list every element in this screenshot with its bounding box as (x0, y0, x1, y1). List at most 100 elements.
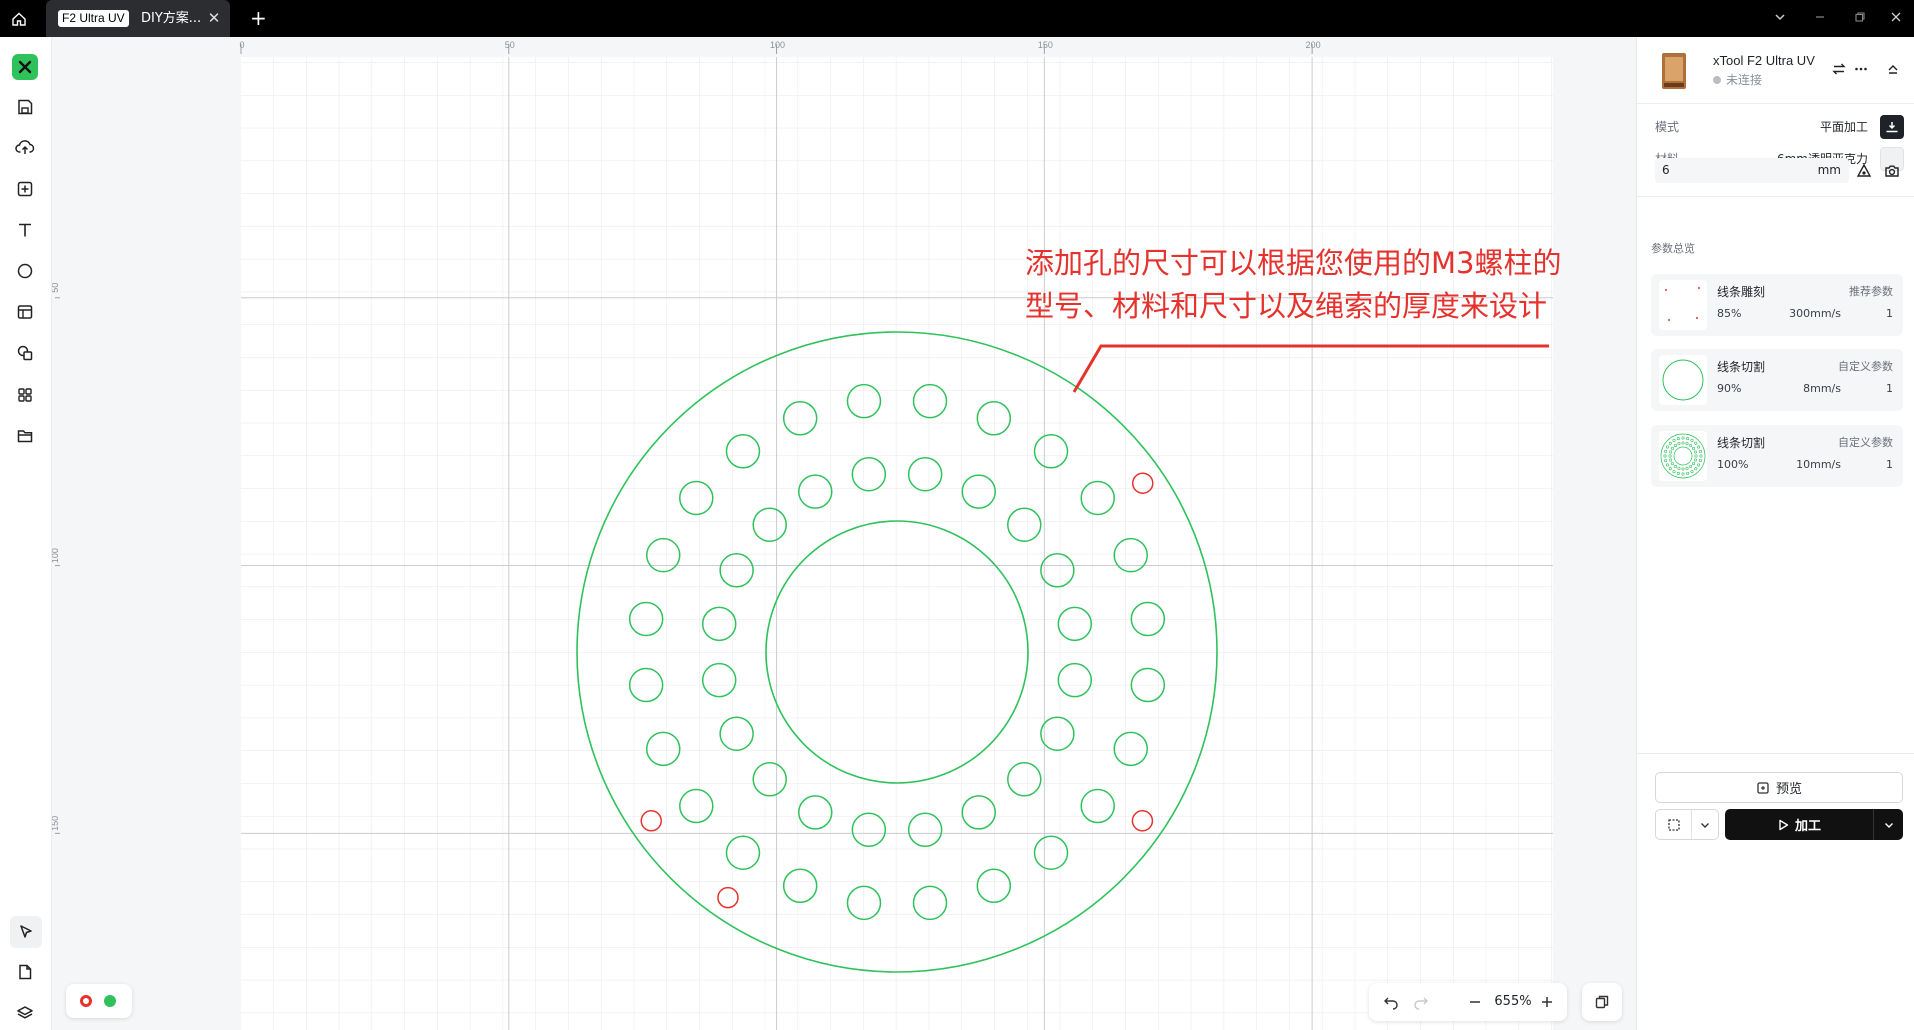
frame-select-button[interactable] (1655, 809, 1719, 840)
layer-power: 85% (1717, 307, 1742, 320)
play-icon (1779, 819, 1789, 830)
thumb-hole (1690, 470, 1694, 474)
select-pointer-icon[interactable] (10, 916, 42, 948)
add-box-icon[interactable] (12, 176, 38, 202)
thumb-hole (1681, 436, 1685, 440)
thumb-hole (1665, 463, 1669, 467)
layer-param-type: 自定义参数 (1838, 436, 1893, 449)
divider (1637, 753, 1914, 754)
thumb-hole (1694, 454, 1698, 458)
close-tab-icon[interactable]: ✕ (206, 10, 222, 26)
thumb-ring (1660, 433, 1706, 479)
apps-icon[interactable] (12, 382, 38, 408)
layer-thumbnail (1659, 355, 1707, 405)
text-icon[interactable] (12, 217, 38, 243)
record-dot-icon (80, 995, 92, 1007)
save-icon[interactable] (12, 94, 38, 120)
xtool-logo-icon[interactable] (12, 54, 38, 80)
mode-value[interactable]: 平面加工 (1820, 119, 1868, 135)
shape-icon[interactable] (12, 258, 38, 284)
zoom-level[interactable]: 655% (1490, 993, 1536, 1011)
thickness-value[interactable]: 6 (1662, 162, 1670, 178)
undo-icon[interactable] (1381, 992, 1401, 1012)
thumb-hole (1670, 446, 1674, 450)
layer-card[interactable]: 线条切割 自定义参数 90% 8mm/s 1 (1651, 349, 1903, 411)
layer-speed: 300mm/s (1789, 307, 1841, 320)
thumb-hole (1670, 462, 1674, 466)
chevron-down-icon[interactable] (1770, 9, 1790, 29)
thumb-hole (1673, 465, 1677, 469)
device-name[interactable]: xTool F2 Ultra UV (1713, 52, 1815, 70)
layer-card[interactable]: 线条切割 自定义参数 100% 10mm/s 1 (1651, 425, 1903, 487)
process-label: 加工 (1794, 819, 1821, 834)
ruler-label: 100 (770, 40, 785, 50)
thumb-hole (1697, 463, 1701, 467)
layer-speed: 8mm/s (1803, 382, 1841, 395)
frame-icon[interactable] (1656, 810, 1692, 839)
layer-card[interactable]: 线条雕刻 推荐参数 85% 300mm/s 1 (1651, 274, 1903, 336)
ruler-label: 150 (1038, 40, 1053, 50)
document-icon[interactable] (12, 959, 38, 985)
thickness-input[interactable]: 6 mm (1655, 158, 1849, 183)
duplicate-button[interactable] (1582, 983, 1622, 1021)
preview-button[interactable]: 预览 (1655, 772, 1903, 803)
divider (1637, 103, 1914, 104)
folder-icon[interactable] (12, 423, 38, 449)
status-indicator[interactable] (66, 984, 132, 1018)
design-canvas[interactable]: 0 50 100 150 200 50 100 150 (52, 37, 1636, 1030)
layer-param-type: 推荐参数 (1849, 285, 1893, 298)
title-bar: F2 Ultra UV DIY方案... ✕ + (0, 0, 1914, 37)
top-ruler (52, 37, 1636, 54)
thumb-hole (1673, 443, 1677, 447)
restore-icon[interactable] (1850, 9, 1870, 29)
chevron-down-icon[interactable] (1692, 810, 1718, 839)
close-window-icon[interactable] (1886, 9, 1906, 29)
copy-icon (1595, 995, 1609, 1009)
canvas-drawing[interactable]: 0 50 100 150 200 50 100 150 (52, 37, 1636, 1030)
zoom-in-icon[interactable] (1537, 992, 1557, 1012)
thumb-ring (1673, 446, 1693, 466)
thumb-hole (1685, 466, 1689, 470)
switch-device-icon[interactable] (1830, 60, 1848, 78)
thumb-hole (1677, 466, 1681, 470)
minimize-icon[interactable] (1810, 9, 1830, 29)
thumb-hole (1690, 438, 1694, 442)
more-options-icon[interactable] (1852, 60, 1870, 78)
thumb-hole (1694, 467, 1698, 471)
layout-icon[interactable] (12, 299, 38, 325)
layer-name: 线条切割 (1717, 436, 1766, 450)
thumb-hole (1692, 446, 1696, 450)
thumb-hole (1668, 441, 1672, 445)
start-process-button[interactable]: 加工 (1725, 809, 1873, 840)
left-ruler-ticks: 50 100 150 (52, 283, 60, 834)
cloud-upload-icon[interactable] (12, 134, 38, 160)
divider (1637, 196, 1914, 197)
process-button[interactable]: 加工 (1725, 809, 1903, 840)
device-image (1659, 51, 1689, 91)
online-dot-icon (104, 995, 116, 1007)
preview-icon (1757, 781, 1769, 794)
zoom-toolbar: 655% (1369, 983, 1567, 1021)
thumb-hole (1672, 438, 1676, 442)
redo-icon[interactable] (1411, 992, 1431, 1012)
layers-icon[interactable] (12, 1000, 38, 1026)
thumb-hole (1689, 465, 1693, 469)
element-library-icon[interactable] (12, 340, 38, 366)
camera-icon[interactable] (1882, 161, 1902, 181)
ruler-label: 150 (52, 816, 60, 831)
chevron-down-icon[interactable] (1873, 809, 1903, 840)
layer-thumbnail (1659, 280, 1707, 330)
thumb-hole (1677, 442, 1681, 446)
layer-power: 90% (1717, 382, 1742, 395)
project-tab[interactable]: F2 Ultra UV DIY方案... ✕ (46, 0, 230, 37)
annotation-text: 添加孔的尺寸可以根据您使用的M3螺柱的 型号、材料和尺寸以及绳索的厚度来设计 (1025, 242, 1625, 328)
mode-button[interactable] (1880, 115, 1904, 139)
layer-passes: 1 (1886, 458, 1893, 471)
auto-measure-icon[interactable] (1854, 161, 1874, 181)
add-tab-icon[interactable]: + (250, 8, 267, 28)
zoom-out-icon[interactable] (1465, 992, 1485, 1012)
thumb-hole (1693, 450, 1697, 454)
home-icon[interactable] (8, 8, 30, 30)
collapse-icon[interactable] (1884, 60, 1902, 78)
layer-passes: 1 (1886, 382, 1893, 395)
